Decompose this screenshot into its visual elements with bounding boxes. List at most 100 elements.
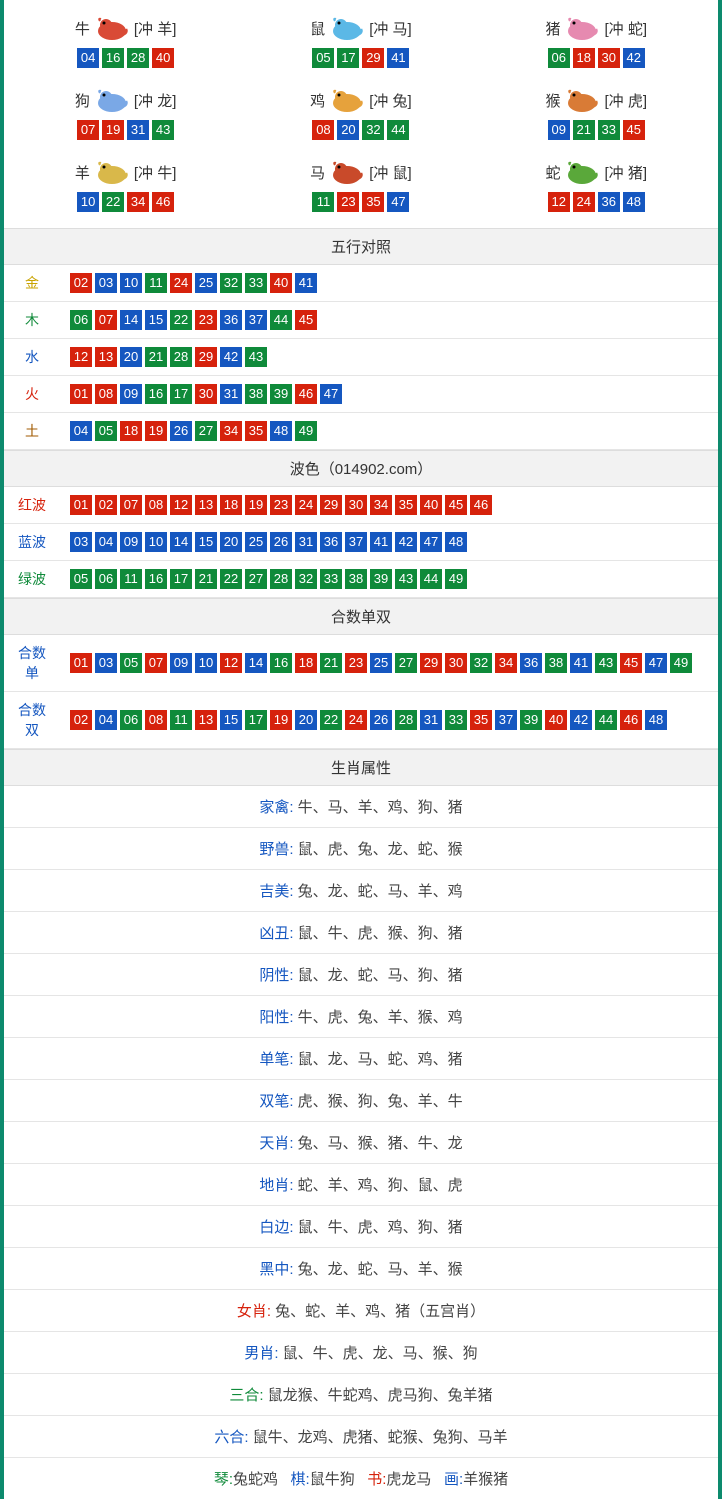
number-ball: 09 — [120, 384, 142, 404]
attr-value: 兔、龙、蛇、马、羊、鸡 — [298, 883, 463, 900]
number-ball: 25 — [195, 273, 217, 293]
bottom-value: 兔蛇鸡 — [233, 1471, 278, 1488]
number-ball: 25 — [245, 532, 267, 552]
number-ball: 11 — [145, 273, 167, 293]
attrs-list: 家禽: 牛、马、羊、鸡、狗、猪野兽: 鼠、虎、兔、龙、蛇、猴吉美: 兔、龙、蛇、… — [4, 786, 718, 1458]
goat-icon — [92, 157, 132, 187]
number-ball: 04 — [95, 532, 117, 552]
number-ball: 44 — [595, 710, 617, 730]
attr-label: 白边: — [259, 1219, 293, 1236]
number-ball: 29 — [320, 495, 342, 515]
number-ball: 29 — [420, 653, 442, 673]
zodiac-clash: [冲 猪] — [604, 162, 647, 183]
zodiac-cell: 牛[冲 羊]04162840 — [8, 6, 243, 78]
bose-balls: 0102070812131819232429303435404546 — [60, 487, 718, 524]
number-ball: 13 — [195, 495, 217, 515]
bottom-label: 琴: — [214, 1471, 233, 1488]
attr-value: 虎、猴、狗、兔、羊、牛 — [298, 1093, 463, 1110]
number-ball: 12 — [220, 653, 242, 673]
number-ball: 10 — [120, 273, 142, 293]
bose-label: 绿波 — [4, 561, 60, 598]
snake-icon — [562, 157, 602, 187]
zodiac-name: 牛 — [75, 18, 90, 39]
number-ball: 30 — [598, 48, 620, 68]
bottom-label: 画: — [444, 1471, 463, 1488]
number-ball: 41 — [387, 48, 409, 68]
attr-row: 单笔: 鼠、龙、马、蛇、鸡、猪 — [4, 1038, 718, 1080]
bose-label: 蓝波 — [4, 524, 60, 561]
number-ball: 22 — [220, 569, 242, 589]
number-ball: 11 — [170, 710, 192, 730]
number-ball: 22 — [170, 310, 192, 330]
number-ball: 08 — [95, 384, 117, 404]
number-ball: 32 — [470, 653, 492, 673]
attr-value: 牛、虎、兔、羊、猴、鸡 — [298, 1009, 463, 1026]
number-ball: 32 — [362, 120, 384, 140]
rat-icon — [327, 13, 367, 43]
number-ball: 21 — [195, 569, 217, 589]
number-ball: 49 — [445, 569, 467, 589]
number-ball: 47 — [320, 384, 342, 404]
dog-icon — [92, 85, 132, 115]
ball-row: 06183042 — [479, 48, 714, 68]
monkey-icon — [562, 85, 602, 115]
number-ball: 32 — [220, 273, 242, 293]
attr-label: 吉美: — [259, 883, 293, 900]
number-ball: 26 — [270, 532, 292, 552]
number-ball: 48 — [623, 192, 645, 212]
number-ball: 48 — [270, 421, 292, 441]
number-ball: 46 — [470, 495, 492, 515]
attr-value: 兔、龙、蛇、马、羊、猴 — [298, 1261, 463, 1278]
attr-row: 白边: 鼠、牛、虎、鸡、狗、猪 — [4, 1206, 718, 1248]
number-ball: 18 — [295, 653, 317, 673]
ball-row: 07193143 — [8, 120, 243, 140]
bottom-value: 鼠牛狗 — [310, 1471, 355, 1488]
number-ball: 07 — [145, 653, 167, 673]
zodiac-clash: [冲 龙] — [134, 90, 177, 111]
number-ball: 21 — [573, 120, 595, 140]
number-ball: 24 — [573, 192, 595, 212]
number-ball: 18 — [220, 495, 242, 515]
number-ball: 35 — [470, 710, 492, 730]
number-ball: 31 — [127, 120, 149, 140]
number-ball: 43 — [152, 120, 174, 140]
zodiac-title: 蛇 [冲 猪] — [479, 156, 714, 188]
zodiac-title: 猪[冲 蛇] — [479, 12, 714, 44]
number-ball: 10 — [195, 653, 217, 673]
zodiac-cell: 马[冲 鼠]11233547 — [243, 150, 478, 222]
ball-row: 12243648 — [479, 192, 714, 212]
number-ball: 49 — [670, 653, 692, 673]
heshu-balls: 0204060811131517192022242628313335373940… — [60, 692, 718, 749]
zodiac-cell: 猴[冲 虎]09213345 — [479, 78, 714, 150]
number-ball: 49 — [295, 421, 317, 441]
number-ball: 37 — [495, 710, 517, 730]
number-ball: 31 — [220, 384, 242, 404]
number-ball: 39 — [370, 569, 392, 589]
bose-balls: 05061116172122272832333839434449 — [60, 561, 718, 598]
number-ball: 06 — [95, 569, 117, 589]
number-ball: 36 — [220, 310, 242, 330]
number-ball: 46 — [620, 710, 642, 730]
number-ball: 42 — [395, 532, 417, 552]
number-ball: 16 — [270, 653, 292, 673]
bottom-value: 羊猴猪 — [463, 1471, 508, 1488]
number-ball: 06 — [120, 710, 142, 730]
attr-value: 鼠、龙、马、蛇、鸡、猪 — [298, 1051, 463, 1068]
number-ball: 27 — [395, 653, 417, 673]
zodiac-name: 蛇 — [545, 162, 560, 183]
wuxing-label: 金 — [4, 265, 60, 302]
number-ball: 09 — [548, 120, 570, 140]
number-ball: 36 — [320, 532, 342, 552]
attr-label: 单笔: — [259, 1051, 293, 1068]
number-ball: 35 — [245, 421, 267, 441]
ball-row: 11233547 — [243, 192, 478, 212]
number-ball: 41 — [370, 532, 392, 552]
number-ball: 23 — [345, 653, 367, 673]
number-ball: 44 — [420, 569, 442, 589]
number-ball: 37 — [245, 310, 267, 330]
number-ball: 21 — [145, 347, 167, 367]
number-ball: 05 — [120, 653, 142, 673]
number-ball: 13 — [195, 710, 217, 730]
ball-row: 10223446 — [8, 192, 243, 212]
attr-label: 黑中: — [259, 1261, 293, 1278]
